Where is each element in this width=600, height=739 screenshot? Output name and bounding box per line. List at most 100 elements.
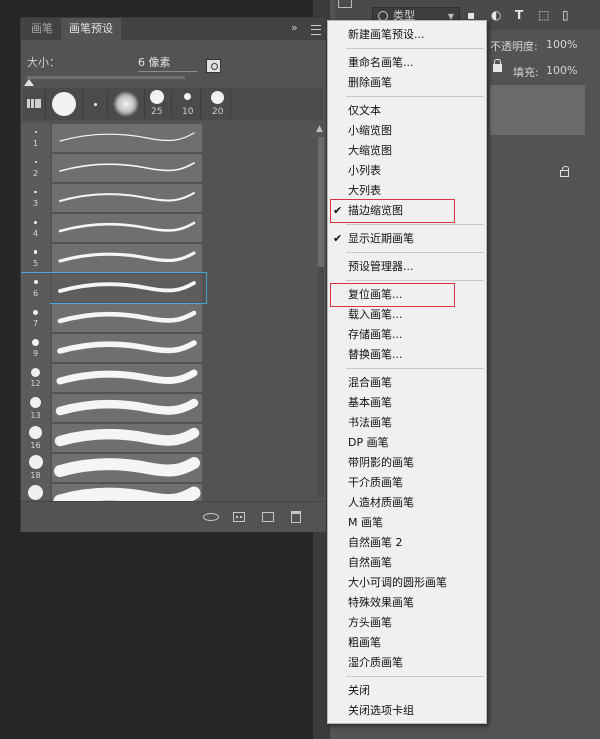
menu-item[interactable]: 特殊效果画笔 bbox=[328, 593, 486, 613]
menu-item[interactable]: 干介质画笔 bbox=[328, 473, 486, 493]
size-slider-thumb[interactable] bbox=[24, 79, 34, 86]
shape-filter-icon[interactable]: ⬚ bbox=[538, 9, 550, 21]
menu-item[interactable]: 带阴影的画笔 bbox=[328, 453, 486, 473]
menu-item[interactable]: 粗画笔 bbox=[328, 633, 486, 653]
stroke-path bbox=[57, 310, 197, 324]
brush-preset-item[interactable]: 13 bbox=[21, 393, 206, 423]
new-preset-icon[interactable] bbox=[262, 512, 274, 522]
menu-item[interactable]: 新建画笔预设... bbox=[328, 25, 486, 45]
brush-preset-item[interactable] bbox=[21, 483, 206, 501]
brush-size-number: 6 bbox=[32, 289, 39, 298]
fill-value[interactable]: 100% bbox=[546, 64, 577, 77]
brush-tip-dot bbox=[34, 220, 37, 224]
filter-toggle-icon[interactable] bbox=[588, 0, 600, 30]
brush-size-number: 3 bbox=[32, 199, 39, 208]
menu-item[interactable]: M 画笔 bbox=[328, 513, 486, 533]
menu-item[interactable]: 预设管理器... bbox=[328, 257, 486, 277]
menu-item[interactable]: 混合画笔 bbox=[328, 373, 486, 393]
stroke-path bbox=[58, 281, 196, 293]
menu-item[interactable]: 自然画笔 2 bbox=[328, 533, 486, 553]
tip-small-dot[interactable] bbox=[94, 103, 97, 106]
brush-stroke-preview bbox=[52, 484, 202, 501]
tab-brush-presets[interactable]: 画笔预设 bbox=[61, 18, 121, 40]
brush-tip-dot bbox=[33, 280, 38, 284]
brush-preset-item[interactable]: 16 bbox=[21, 423, 206, 453]
tip-20[interactable] bbox=[211, 91, 224, 104]
menu-item[interactable]: 载入画笔... bbox=[328, 305, 486, 325]
menu-item[interactable]: 基本画笔 bbox=[328, 393, 486, 413]
brush-panel-toggle-icon[interactable] bbox=[206, 59, 221, 73]
panel-menu-icon[interactable] bbox=[311, 25, 321, 35]
menu-item-label: 自然画笔 2 bbox=[348, 536, 403, 549]
stroke-path bbox=[56, 369, 198, 385]
brush-preset-item[interactable]: 3 bbox=[21, 183, 206, 213]
brush-panel-icon[interactable] bbox=[233, 512, 245, 522]
brush-tip-dot bbox=[34, 190, 37, 194]
menu-item[interactable]: 重命名画笔... bbox=[328, 53, 486, 73]
menu-item[interactable]: 大列表 bbox=[328, 181, 486, 201]
stroke-path bbox=[55, 398, 199, 416]
recent-brush-tips: 25 10 20 bbox=[23, 88, 323, 120]
brush-tip-thumbnail: 5 bbox=[21, 243, 50, 273]
menu-item[interactable]: 人造材质画笔 bbox=[328, 493, 486, 513]
brush-preset-item[interactable]: 4 bbox=[21, 213, 206, 243]
menu-item[interactable]: ✔ 显示近期画笔 bbox=[328, 229, 486, 249]
menu-item[interactable]: 书法画笔 bbox=[328, 413, 486, 433]
menu-item-label: 关闭选项卡组 bbox=[348, 704, 414, 717]
menu-item[interactable]: 替换画笔... bbox=[328, 345, 486, 365]
brush-stroke-preview bbox=[52, 184, 202, 212]
brush-preset-item[interactable]: 1 bbox=[21, 123, 206, 153]
tips-toggle-icon[interactable] bbox=[27, 99, 41, 108]
menu-divider bbox=[346, 368, 484, 369]
smart-object-filter-icon[interactable]: ▯ bbox=[562, 9, 574, 21]
brush-list-scroll-thumb[interactable] bbox=[318, 137, 324, 267]
brush-tip-dot bbox=[30, 396, 41, 408]
menu-item[interactable]: 方头画笔 bbox=[328, 613, 486, 633]
trash-icon[interactable] bbox=[291, 511, 301, 523]
adjustment-filter-icon[interactable]: ◐ bbox=[491, 9, 503, 21]
menu-item[interactable]: 存储画笔... bbox=[328, 325, 486, 345]
brush-stroke-preview bbox=[52, 424, 202, 452]
tip-hard-round[interactable] bbox=[52, 92, 76, 116]
brush-preset-item[interactable]: 7 bbox=[21, 303, 206, 333]
opacity-value[interactable]: 100% bbox=[546, 38, 577, 51]
menu-item[interactable]: 大缩览图 bbox=[328, 141, 486, 161]
tip-soft-round[interactable] bbox=[113, 91, 139, 117]
tab-brush[interactable]: 画笔 bbox=[23, 18, 61, 40]
menu-divider bbox=[346, 48, 484, 49]
menu-item[interactable]: 小列表 bbox=[328, 161, 486, 181]
brush-tip-dot bbox=[29, 425, 42, 439]
menu-item[interactable]: 自然画笔 bbox=[328, 553, 486, 573]
menu-item-label: 书法画笔 bbox=[348, 416, 392, 429]
menu-item[interactable]: 小缩览图 bbox=[328, 121, 486, 141]
brush-preset-item[interactable]: 9 bbox=[21, 333, 206, 363]
brush-tip-dot bbox=[34, 131, 37, 133]
brush-tip-thumbnail: 12 bbox=[21, 363, 50, 393]
menu-item[interactable]: 关闭选项卡组 bbox=[328, 701, 486, 721]
tip-10[interactable] bbox=[184, 93, 191, 100]
menu-item[interactable]: DP 画笔 bbox=[328, 433, 486, 453]
collapse-icon[interactable]: » bbox=[291, 21, 298, 34]
tip-25[interactable] bbox=[150, 90, 164, 104]
size-slider-track[interactable] bbox=[27, 76, 185, 79]
brush-tip-thumbnail: 1 bbox=[21, 123, 50, 153]
menu-item[interactable]: 删除画笔 bbox=[328, 73, 486, 93]
menu-item[interactable]: 大小可调的圆形画笔 bbox=[328, 573, 486, 593]
selected-layer-row[interactable] bbox=[490, 85, 585, 135]
brush-preset-item[interactable]: 2 bbox=[21, 153, 206, 183]
brush-tip-thumbnail: 2 bbox=[21, 153, 50, 183]
type-filter-icon[interactable]: T bbox=[515, 9, 527, 21]
brush-preset-item[interactable]: 12 bbox=[21, 363, 206, 393]
brush-preset-item[interactable]: 18 bbox=[21, 453, 206, 483]
scroll-up-icon[interactable]: ▲ bbox=[316, 124, 323, 134]
menu-item[interactable]: 湿介质画笔 bbox=[328, 653, 486, 673]
brush-tip-dot bbox=[31, 367, 40, 377]
brush-preset-item[interactable]: 6 bbox=[21, 272, 207, 304]
size-value-input[interactable]: 6 像素 bbox=[138, 54, 198, 72]
dock-arrow-icon[interactable] bbox=[338, 0, 352, 8]
toggle-hardness-icon[interactable] bbox=[203, 513, 219, 521]
brush-preset-item[interactable]: 5 bbox=[21, 243, 206, 273]
menu-item[interactable]: 关闭 bbox=[328, 681, 486, 701]
lock-all-icon[interactable] bbox=[493, 59, 502, 72]
menu-item[interactable]: 仅文本 bbox=[328, 101, 486, 121]
